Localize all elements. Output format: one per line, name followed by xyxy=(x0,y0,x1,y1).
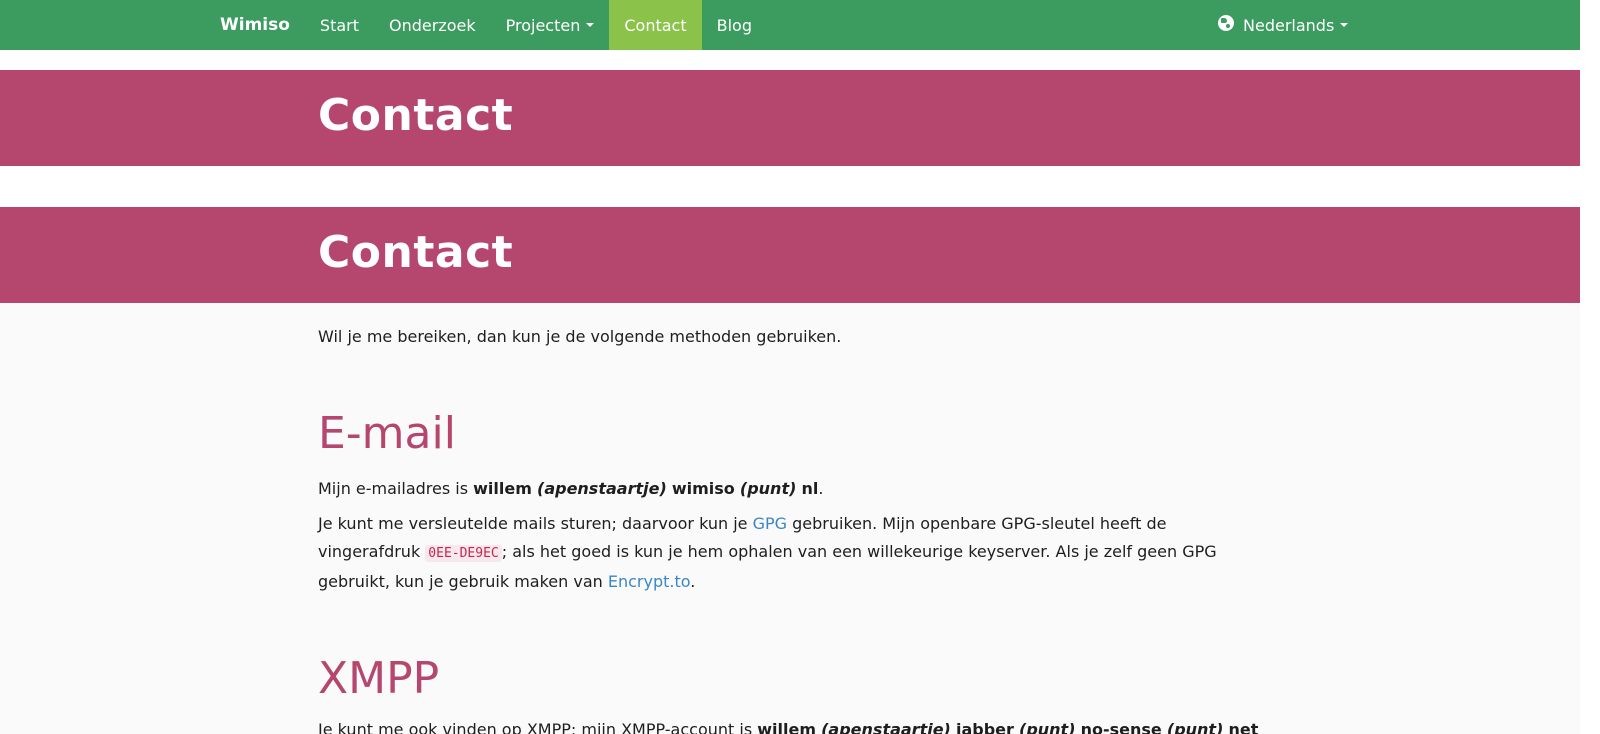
email-domain: wimiso xyxy=(671,479,735,498)
globe-icon xyxy=(1218,15,1234,31)
xmpp-domain: no-sense xyxy=(1080,720,1162,734)
intro-text: Wil je me bereiken, dan kun je de volgen… xyxy=(318,327,842,346)
xmpp-dot-2: (punt) xyxy=(1166,720,1224,734)
brand-link[interactable]: Wimiso xyxy=(205,0,305,50)
page-header-banner: Contact xyxy=(0,70,1600,166)
xmpp-prefix: Je kunt me ook vinden op XMPP; mijn XMPP… xyxy=(318,720,758,734)
email-at: (apenstaartje) xyxy=(537,479,667,498)
email-heading: E-mail xyxy=(318,408,456,459)
page-title: Contact xyxy=(318,90,514,141)
main-content: Wil je me bereiken, dan kun je de volgen… xyxy=(0,303,1580,734)
xmpp-heading: XMPP xyxy=(318,653,440,704)
nav-item-blog[interactable]: Blog xyxy=(702,0,767,50)
xmpp-at: (apenstaartje) xyxy=(821,720,951,734)
encrypt-to-link[interactable]: Encrypt.to xyxy=(608,572,690,591)
email-dot: (punt) xyxy=(739,479,797,498)
nav-item-projecten[interactable]: Projecten xyxy=(491,0,610,50)
email-suffix: . xyxy=(818,479,824,498)
xmpp-tld: net xyxy=(1228,720,1259,734)
nav-item-onderzoek[interactable]: Onderzoek xyxy=(374,0,491,50)
section-title: Contact xyxy=(318,227,514,278)
email-tld: nl xyxy=(801,479,819,498)
nav-item-start[interactable]: Start xyxy=(305,0,374,50)
nav-item-contact[interactable]: Contact xyxy=(609,0,702,50)
chevron-down-icon xyxy=(586,23,595,27)
email-user: willem xyxy=(473,479,532,498)
xmpp-account-text: Je kunt me ook vinden op XMPP; mijn XMPP… xyxy=(318,716,1258,734)
language-dropdown[interactable]: Nederlands xyxy=(1218,0,1349,50)
language-label: Nederlands xyxy=(1243,15,1335,35)
xmpp-user: willem xyxy=(757,720,817,734)
gpg-text-4: . xyxy=(690,572,696,591)
email-prefix: Mijn e-mailadres is xyxy=(318,479,474,498)
email-address-text: Mijn e-mailadres is willem (apenstaartje… xyxy=(318,475,823,503)
xmpp-host: jabber xyxy=(955,720,1014,734)
gpg-text-1: Je kunt me versleutelde mails sturen; da… xyxy=(318,514,753,533)
scrollbar-track[interactable] xyxy=(1580,0,1600,734)
nav-item-projecten-label: Projecten xyxy=(505,15,581,35)
nav-items: Wimiso Start Onderzoek Projecten Contact… xyxy=(205,0,767,50)
gpg-fingerprint: 0EE-DE9EC xyxy=(425,545,502,562)
chevron-down-icon xyxy=(1340,23,1349,27)
section-header-banner: Contact xyxy=(0,207,1600,303)
top-navbar: Wimiso Start Onderzoek Projecten Contact… xyxy=(0,0,1580,50)
gpg-link[interactable]: GPG xyxy=(753,514,787,533)
xmpp-dot-1: (punt) xyxy=(1019,720,1076,734)
gpg-paragraph: Je kunt me versleutelde mails sturen; da… xyxy=(318,510,1268,596)
